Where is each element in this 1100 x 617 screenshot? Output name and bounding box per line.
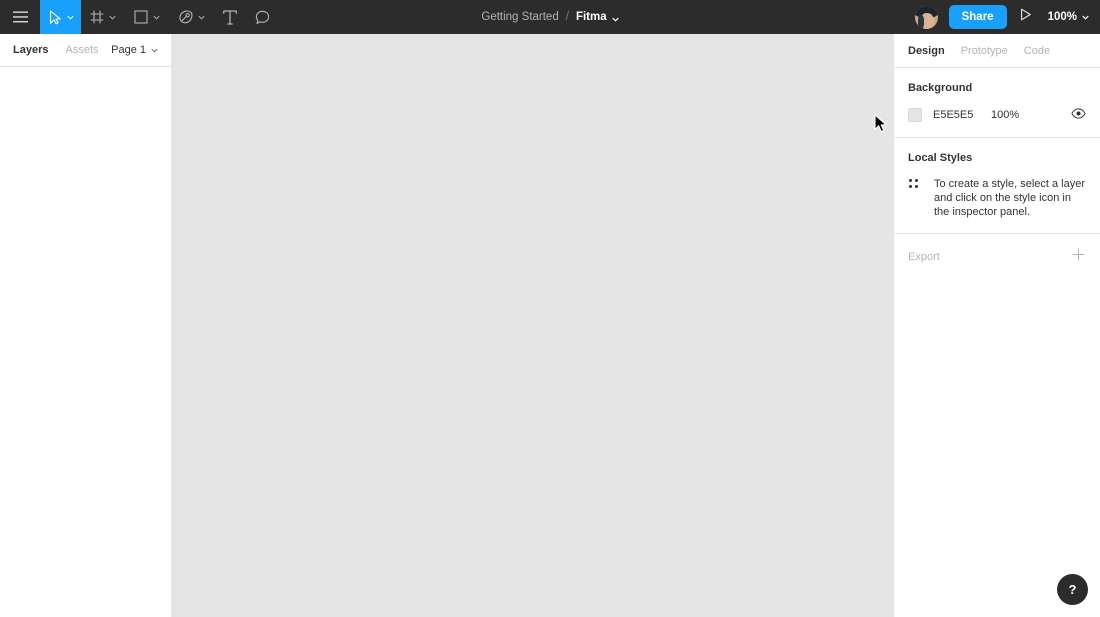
four-dots-icon bbox=[909, 179, 921, 188]
tab-design[interactable]: Design bbox=[908, 45, 945, 57]
top-toolbar: Getting Started / Fitma Share 100% bbox=[0, 0, 1100, 34]
background-section: Background E5E5E5 100% bbox=[894, 68, 1100, 138]
right-inspector-panel: Design Prototype Code Background E5E5E5 … bbox=[893, 34, 1100, 617]
export-add-button[interactable] bbox=[1070, 248, 1086, 266]
export-label: Export bbox=[908, 251, 940, 263]
avatar-shadow bbox=[917, 14, 924, 29]
avatar[interactable] bbox=[914, 5, 938, 29]
breadcrumb-separator: / bbox=[565, 11, 569, 23]
figma-app-window: Getting Started / Fitma Share 100% Layer… bbox=[0, 0, 1100, 617]
background-section-title: Background bbox=[908, 82, 973, 94]
shape-tool-chevron-down-icon[interactable] bbox=[153, 14, 160, 21]
background-color-swatch[interactable] bbox=[908, 108, 922, 122]
background-hex-value[interactable]: E5E5E5 bbox=[933, 109, 991, 121]
zoom-level-value: 100% bbox=[1047, 11, 1077, 23]
move-tool-chevron-down-icon[interactable] bbox=[67, 14, 74, 21]
export-section: Export bbox=[894, 234, 1100, 280]
layers-list[interactable] bbox=[0, 67, 171, 616]
eye-icon bbox=[1070, 106, 1086, 124]
pen-tool-icon bbox=[178, 9, 193, 25]
page-selector-chevron-down-icon bbox=[151, 47, 158, 54]
local-styles-section: Local Styles To create a style, select a… bbox=[894, 138, 1100, 234]
play-present-icon bbox=[1020, 8, 1032, 26]
breadcrumb-file-name[interactable]: Fitma bbox=[576, 11, 607, 23]
pen-tool-button[interactable] bbox=[169, 0, 214, 34]
frame-grid-icon bbox=[90, 10, 104, 24]
present-button[interactable] bbox=[1011, 0, 1041, 34]
toolbar-tools-group bbox=[0, 0, 279, 34]
tab-code[interactable]: Code bbox=[1024, 45, 1050, 57]
frame-tool-chevron-down-icon[interactable] bbox=[109, 14, 116, 21]
comment-bubble-icon bbox=[255, 10, 270, 25]
page-selector-label: Page 1 bbox=[111, 44, 146, 56]
main-menu-button[interactable] bbox=[0, 0, 40, 34]
share-button[interactable]: Share bbox=[948, 5, 1007, 29]
page-selector[interactable]: Page 1 bbox=[111, 44, 158, 56]
zoom-chevron-down-icon[interactable] bbox=[1082, 14, 1089, 21]
square-shape-icon bbox=[134, 10, 148, 24]
local-styles-section-title: Local Styles bbox=[908, 152, 973, 164]
local-styles-empty-state: To create a style, select a layer and cl… bbox=[908, 177, 1086, 219]
cursor-arrow-icon bbox=[49, 9, 62, 25]
local-styles-empty-message: To create a style, select a layer and cl… bbox=[934, 178, 1086, 218]
background-visibility-toggle[interactable] bbox=[1070, 107, 1086, 123]
breadcrumb-project-name[interactable]: Getting Started bbox=[481, 11, 558, 23]
comment-tool-button[interactable] bbox=[246, 0, 279, 34]
text-tool-icon bbox=[223, 9, 237, 25]
inspector-tabs: Design Prototype Code bbox=[894, 34, 1100, 68]
background-opacity-value[interactable]: 100% bbox=[991, 109, 1019, 121]
tab-assets[interactable]: Assets bbox=[65, 44, 98, 56]
text-tool-button[interactable] bbox=[214, 0, 246, 34]
left-sidebar: Layers Assets Page 1 bbox=[0, 34, 172, 617]
help-button[interactable]: ? bbox=[1057, 574, 1088, 605]
frame-tool-button[interactable] bbox=[81, 0, 125, 34]
hamburger-menu-icon bbox=[13, 11, 28, 23]
toolbar-right-group: Share 100% bbox=[914, 0, 1100, 34]
zoom-level-control[interactable]: 100% bbox=[1041, 11, 1089, 23]
tab-prototype[interactable]: Prototype bbox=[961, 45, 1008, 57]
left-sidebar-tabs: Layers Assets Page 1 bbox=[0, 34, 171, 67]
move-tool-button[interactable] bbox=[40, 0, 81, 34]
design-canvas[interactable] bbox=[172, 34, 893, 617]
background-color-row: E5E5E5 100% bbox=[908, 107, 1086, 123]
pen-tool-chevron-down-icon[interactable] bbox=[198, 14, 205, 21]
shape-tool-button[interactable] bbox=[125, 0, 169, 34]
file-menu-chevron-down-icon[interactable] bbox=[612, 14, 619, 22]
tab-layers[interactable]: Layers bbox=[13, 44, 48, 56]
plus-icon bbox=[1071, 248, 1085, 266]
